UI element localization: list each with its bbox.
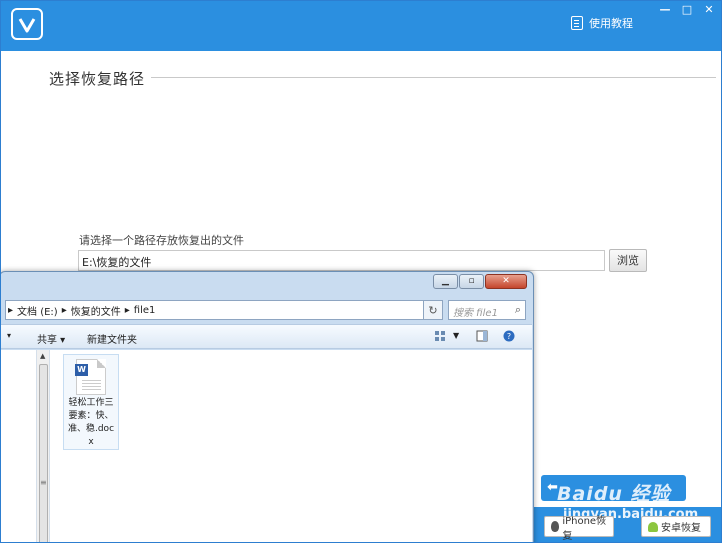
path-label: 请选择一个路径存放恢复出的文件 xyxy=(79,234,244,247)
android-icon xyxy=(648,521,658,532)
android-recovery-label: 安卓恢复 xyxy=(661,523,701,534)
breadcrumb-folder[interactable]: 恢复的文件 xyxy=(71,303,121,318)
recovery-app-window: 使用教程 — □ ✕ 选择恢复路径 请选择一个路径存放恢复出的文件 E:\恢复的… xyxy=(0,0,722,543)
explorer-close-button[interactable]: ✕ xyxy=(485,274,527,289)
navigation-scrollbar[interactable]: ▲ ≡ xyxy=(37,350,50,542)
search-input[interactable]: 搜索 file1 ⌕ xyxy=(448,300,526,320)
scroll-grip-icon: ≡ xyxy=(40,478,47,487)
watermark-brand: Baidu 经验 xyxy=(557,483,671,505)
window-controls: — □ ✕ xyxy=(655,4,719,18)
file-explorer-window: ▁ ▫ ✕ ▸ 文档 (E:) ▸ 恢复的文件 ▸ file1 ▼ ↻ 搜索 f… xyxy=(1,271,534,542)
close-button[interactable]: ✕ xyxy=(699,4,719,18)
explorer-toolbar: ▾ 共享 ▾ 新建文件夹 ▼ ? xyxy=(1,324,532,349)
scroll-thumb[interactable] xyxy=(39,364,48,542)
explorer-minimize-button[interactable]: ▁ xyxy=(433,274,458,289)
organize-chevron-icon[interactable]: ▾ xyxy=(7,331,11,340)
scroll-up-icon[interactable]: ▲ xyxy=(40,352,45,360)
view-options-icon[interactable] xyxy=(434,330,446,342)
search-placeholder: 搜索 file1 xyxy=(453,308,498,319)
breadcrumb-subfolder[interactable]: file1 xyxy=(134,305,156,316)
view-dropdown-icon[interactable]: ▼ xyxy=(453,331,459,340)
apple-icon xyxy=(551,521,560,532)
explorer-window-controls: ▁ ▫ ✕ xyxy=(433,274,527,289)
file-item[interactable]: W 轻松工作三要素：快、准、稳.docx xyxy=(63,354,119,450)
explorer-content: ▲ ≡ W 轻松工作三要素：快、准、稳.docx xyxy=(1,350,532,542)
word-doc-icon: W xyxy=(75,359,106,395)
new-folder-button[interactable]: 新建文件夹 xyxy=(87,331,137,346)
minimize-button[interactable]: — xyxy=(655,4,675,18)
address-bar[interactable]: ▸ 文档 (E:) ▸ 恢复的文件 ▸ file1 ▼ xyxy=(5,300,441,320)
maximize-button[interactable]: □ xyxy=(677,4,697,18)
share-menu[interactable]: 共享 ▾ xyxy=(37,331,65,346)
tutorial-link[interactable]: 使用教程 xyxy=(571,15,633,31)
section-title: 选择恢复路径 xyxy=(49,70,146,88)
iphone-recovery-button[interactable]: iPhone恢复 xyxy=(544,516,614,542)
help-icon[interactable]: ? xyxy=(503,330,515,342)
section-divider xyxy=(151,77,716,78)
svg-text:?: ? xyxy=(507,332,511,341)
refresh-icon[interactable]: ↻ xyxy=(423,300,443,320)
breadcrumb-separator-icon: ▸ xyxy=(124,304,130,316)
search-icon: ⌕ xyxy=(514,303,521,316)
breadcrumb-separator-icon: ▸ xyxy=(8,304,14,316)
path-input[interactable]: E:\恢复的文件 xyxy=(78,250,605,271)
app-logo-icon xyxy=(11,8,43,40)
iphone-recovery-label: iPhone恢复 xyxy=(562,515,607,542)
navigation-pane xyxy=(1,350,37,542)
browse-button[interactable]: 浏览 xyxy=(609,249,647,272)
breadcrumb-drive[interactable]: 文档 (E:) xyxy=(17,303,58,318)
android-recovery-button[interactable]: 安卓恢复 xyxy=(641,516,711,537)
breadcrumb-separator-icon: ▸ xyxy=(61,304,67,316)
file-name: 轻松工作三要素：快、准、稳.docx xyxy=(67,398,115,447)
book-icon xyxy=(571,16,583,30)
explorer-maximize-button[interactable]: ▫ xyxy=(459,274,484,289)
preview-pane-icon[interactable] xyxy=(476,330,488,342)
tutorial-label: 使用教程 xyxy=(589,17,633,30)
title-bar: 使用教程 — □ ✕ xyxy=(1,1,721,51)
